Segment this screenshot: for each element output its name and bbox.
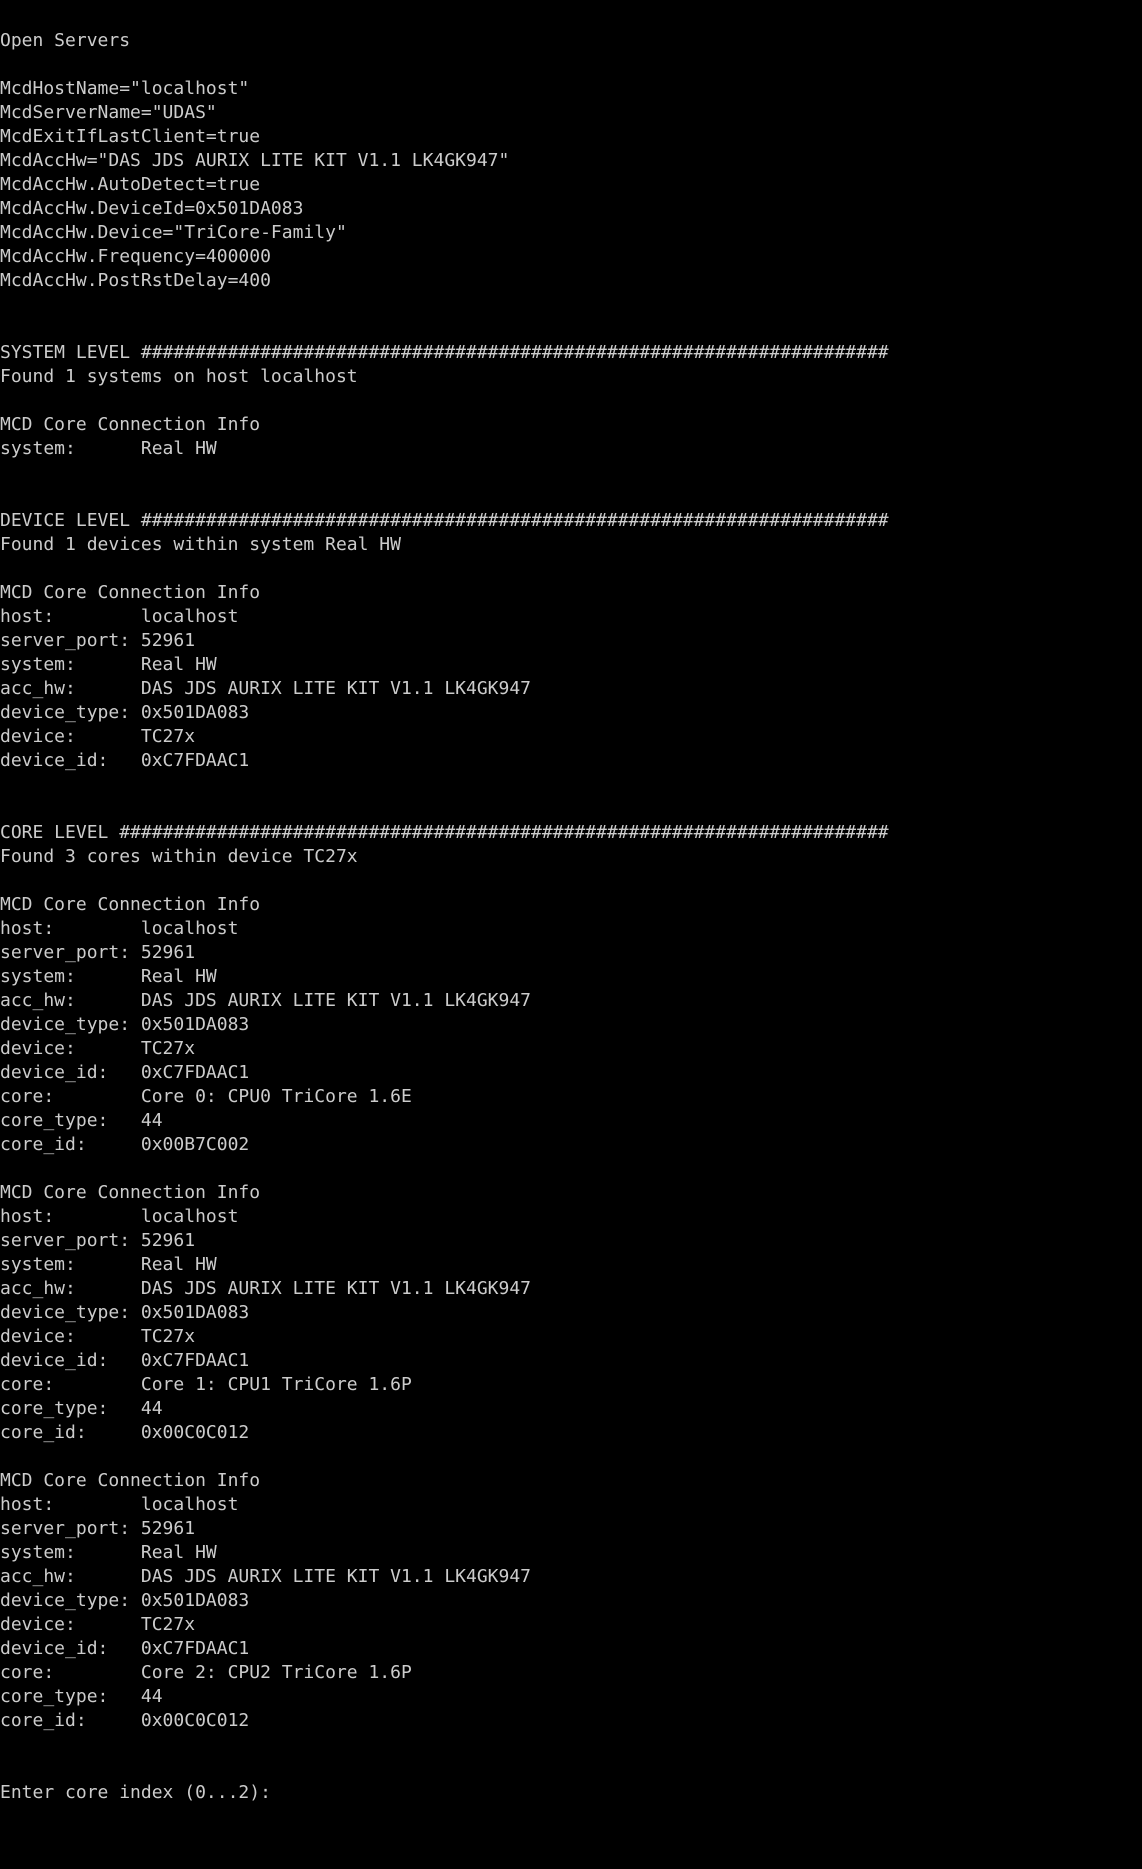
console-line: MCD Core Connection Info [0,414,261,435]
console-line: device_id: 0xC7FDAAC1 [0,1062,250,1083]
console-line: device_type: 0x501DA083 [0,702,250,723]
console-line: McdAccHw.AutoDetect=true [0,174,261,195]
console-line: core_id: 0x00B7C002 [0,1134,250,1155]
console-line: McdHostName="localhost" [0,78,250,99]
console-line: system: Real HW [0,438,217,459]
console-line: McdAccHw="DAS JDS AURIX LITE KIT V1.1 LK… [0,150,510,171]
console-line: device: TC27x [0,1326,196,1347]
console-line: Open Servers [0,30,131,51]
console-line: device_id: 0xC7FDAAC1 [0,750,250,771]
console-line: host: localhost [0,1206,239,1227]
console-line: McdAccHw.DeviceId=0x501DA083 [0,198,304,219]
console-line: Found 1 devices within system Real HW [0,534,401,555]
console-line: device_type: 0x501DA083 [0,1302,250,1323]
console-line: system: Real HW [0,654,217,675]
console-line: device_id: 0xC7FDAAC1 [0,1350,250,1371]
console-line: system: Real HW [0,1542,217,1563]
console-line: core: Core 1: CPU1 TriCore 1.6P [0,1374,412,1395]
console-line: DEVICE LEVEL ###########################… [0,510,889,531]
console-line: device_type: 0x501DA083 [0,1014,250,1035]
input-prompt-line[interactable]: Enter core index (0...2): [0,1781,1142,1805]
console-line: system: Real HW [0,966,217,987]
text-cursor [282,1795,292,1798]
console-line: host: localhost [0,1494,239,1515]
console-line: Found 1 systems on host localhost [0,366,358,387]
console-line: host: localhost [0,606,239,627]
console-line: CORE LEVEL #############################… [0,822,889,843]
console-line: core_id: 0x00C0C012 [0,1710,250,1731]
console-line: core_id: 0x00C0C012 [0,1422,250,1443]
console-line: device: TC27x [0,1614,196,1635]
console-line: system: Real HW [0,1254,217,1275]
console-window[interactable]: Open Servers McdHostName="localhost" McdSe… [0,29,1142,1805]
console-line: core: Core 2: CPU2 TriCore 1.6P [0,1662,412,1683]
console-line: McdServerName="UDAS" [0,102,217,123]
console-line: server_port: 52961 [0,1230,196,1251]
console-line: core_type: 44 [0,1686,163,1707]
console-line: acc_hw: DAS JDS AURIX LITE KIT V1.1 LK4G… [0,1566,532,1587]
console-line: core: Core 0: CPU0 TriCore 1.6E [0,1086,412,1107]
console-line: device: TC27x [0,726,196,747]
console-line: server_port: 52961 [0,630,196,651]
console-output: Open Servers McdHostName="localhost" McdSe… [0,29,1142,1781]
console-line: McdAccHw.PostRstDelay=400 [0,270,271,291]
console-line: MCD Core Connection Info [0,1470,261,1491]
console-line: server_port: 52961 [0,942,196,963]
console-line: MCD Core Connection Info [0,1182,261,1203]
console-line: device_id: 0xC7FDAAC1 [0,1638,250,1659]
console-line: SYSTEM LEVEL ###########################… [0,342,889,363]
console-line: device_type: 0x501DA083 [0,1590,250,1611]
console-line: device: TC27x [0,1038,196,1059]
console-line: acc_hw: DAS JDS AURIX LITE KIT V1.1 LK4G… [0,1278,532,1299]
console-line: Found 3 cores within device TC27x [0,846,358,867]
console-line: MCD Core Connection Info [0,894,261,915]
console-line: McdAccHw.Frequency=400000 [0,246,271,267]
input-prompt: Enter core index (0...2): [0,1782,282,1803]
console-line: core_type: 44 [0,1398,163,1419]
console-line: host: localhost [0,918,239,939]
console-line: McdAccHw.Device="TriCore-Family" [0,222,347,243]
console-line: core_type: 44 [0,1110,163,1131]
console-line: acc_hw: DAS JDS AURIX LITE KIT V1.1 LK4G… [0,990,532,1011]
console-line: MCD Core Connection Info [0,582,261,603]
console-line: server_port: 52961 [0,1518,196,1539]
console-line: McdExitIfLastClient=true [0,126,261,147]
console-line: acc_hw: DAS JDS AURIX LITE KIT V1.1 LK4G… [0,678,532,699]
